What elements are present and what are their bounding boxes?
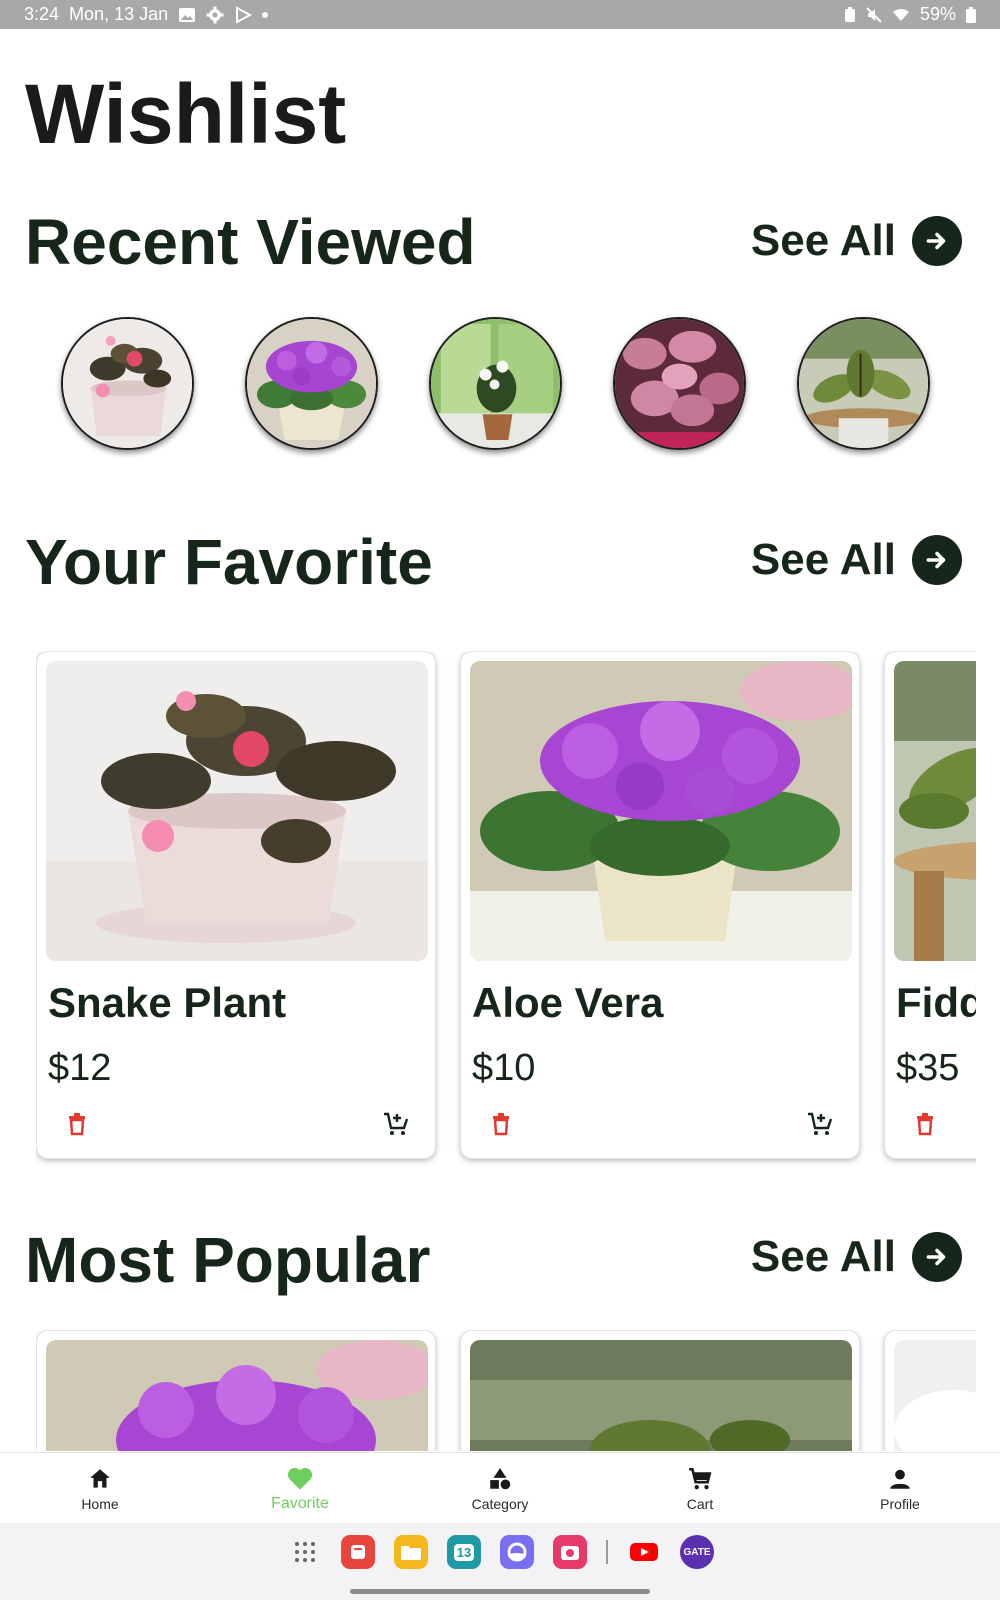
app-drawer-icon[interactable] [288,1535,322,1569]
mute-icon [866,6,882,23]
card-price: $35 [896,1047,960,1089]
home-gesture-bar[interactable] [350,1589,650,1594]
nav-cart[interactable]: Cart [620,1466,780,1512]
nav-label: Favorite [271,1494,329,1512]
files-app-icon[interactable] [394,1535,428,1569]
notes-app-icon[interactable] [341,1535,375,1569]
see-all-label: See All [750,1232,896,1281]
favorite-card[interactable]: Fiddle $35 [884,651,976,1159]
battery-percent: 59% [919,4,956,24]
wifi-icon [892,7,910,23]
taskbar-divider [606,1540,608,1564]
bottom-navigation: Home Favorite Category Cart Profile [0,1452,1000,1524]
gate-badge: GATE [683,1546,711,1558]
internet-app-icon[interactable] [500,1535,534,1569]
battery-saver-icon [844,6,856,23]
most-popular-title: Most Popular [25,1224,431,1296]
recent-item-begonia[interactable] [61,317,194,450]
window-plant-image [431,319,560,448]
arrow-right-icon[interactable] [912,535,962,585]
begonia-plant-image [63,319,192,448]
pink-polka-plant-image [615,319,744,448]
snake-plant-image [46,661,428,961]
recent-viewed-title: Recent Viewed [25,206,476,278]
cart-icon [689,1467,712,1489]
arrow-right-icon[interactable] [912,216,962,266]
camera-app-icon[interactable] [553,1535,587,1569]
nav-profile[interactable]: Profile [820,1466,980,1512]
profile-icon [890,1469,910,1489]
nav-favorite[interactable]: Favorite [220,1465,380,1513]
status-date: Mon, 13 Jan [69,4,169,24]
fiddle-plant-image [894,661,976,961]
nav-label: Cart [686,1495,714,1512]
card-name: Fiddle [896,979,976,1026]
card-price: $12 [48,1047,112,1089]
nav-label: Category [471,1495,529,1512]
play-store-icon [234,5,253,24]
prayer-plant-image [470,1340,852,1451]
home-icon [90,1468,110,1488]
see-all-label: See All [750,535,896,584]
status-bar: 3:24 Mon, 13 Jan 59% [0,0,1000,29]
nav-label: Home [81,1495,119,1512]
your-favorite-title: Your Favorite [25,526,433,598]
see-all-label: See All [750,216,896,265]
youtube-app-icon[interactable] [627,1535,661,1569]
nav-home[interactable]: Home [20,1466,180,1512]
arrow-right-icon[interactable] [912,1232,962,1282]
nav-label: Profile [880,1495,920,1512]
favorite-cards-list: Snake Plant $12 Aloe Vera $10 Fidd $35 [36,651,976,1169]
recent-item-prayer-plant[interactable] [797,317,930,450]
category-icon [490,1467,511,1489]
add-to-cart-icon[interactable] [806,1111,834,1137]
recent-viewed-list [61,317,930,450]
nav-category[interactable]: Category [420,1466,580,1512]
calendar-day: 13 [453,1543,475,1561]
delete-icon[interactable] [490,1112,512,1136]
favorite-card[interactable]: Snake Plant $12 [36,651,436,1159]
popular-card[interactable] [460,1330,860,1451]
recent-viewed-see-all-button[interactable]: See All [751,216,962,266]
delete-icon[interactable] [66,1112,88,1136]
delete-icon[interactable] [914,1112,936,1136]
system-taskbar: 13 GATE [0,1523,1000,1600]
violet-plant-image [247,319,376,448]
aloe-vera-image [470,661,852,961]
gallery-icon [178,6,196,24]
white-pot-image [894,1340,976,1451]
heart-icon [287,1467,313,1490]
recent-item-window-plant[interactable] [429,317,562,450]
prayer-plant-image [799,319,928,448]
add-to-cart-icon[interactable] [382,1111,410,1137]
recent-item-violet[interactable] [245,317,378,450]
settings-icon [206,6,224,24]
card-name: Snake Plant [48,979,287,1026]
your-favorite-see-all-button[interactable]: See All [751,535,962,585]
popular-card[interactable] [36,1330,436,1451]
popular-cards-list [36,1330,976,1451]
violet-plant-image [46,1340,428,1451]
most-popular-see-all-button[interactable]: See All [751,1232,962,1282]
favorite-card[interactable]: Aloe Vera $10 [460,651,860,1159]
card-price: $10 [472,1047,536,1089]
status-time: 3:24 [24,4,60,24]
battery-icon [966,6,976,23]
gate-app-icon[interactable]: GATE [680,1535,714,1569]
calendar-app-icon[interactable]: 13 [447,1535,481,1569]
page-title: Wishlist [25,67,347,161]
card-name: Aloe Vera [472,979,664,1026]
notification-dot-icon [262,11,269,18]
popular-card[interactable] [884,1330,976,1451]
recent-item-pink-polka[interactable] [613,317,746,450]
